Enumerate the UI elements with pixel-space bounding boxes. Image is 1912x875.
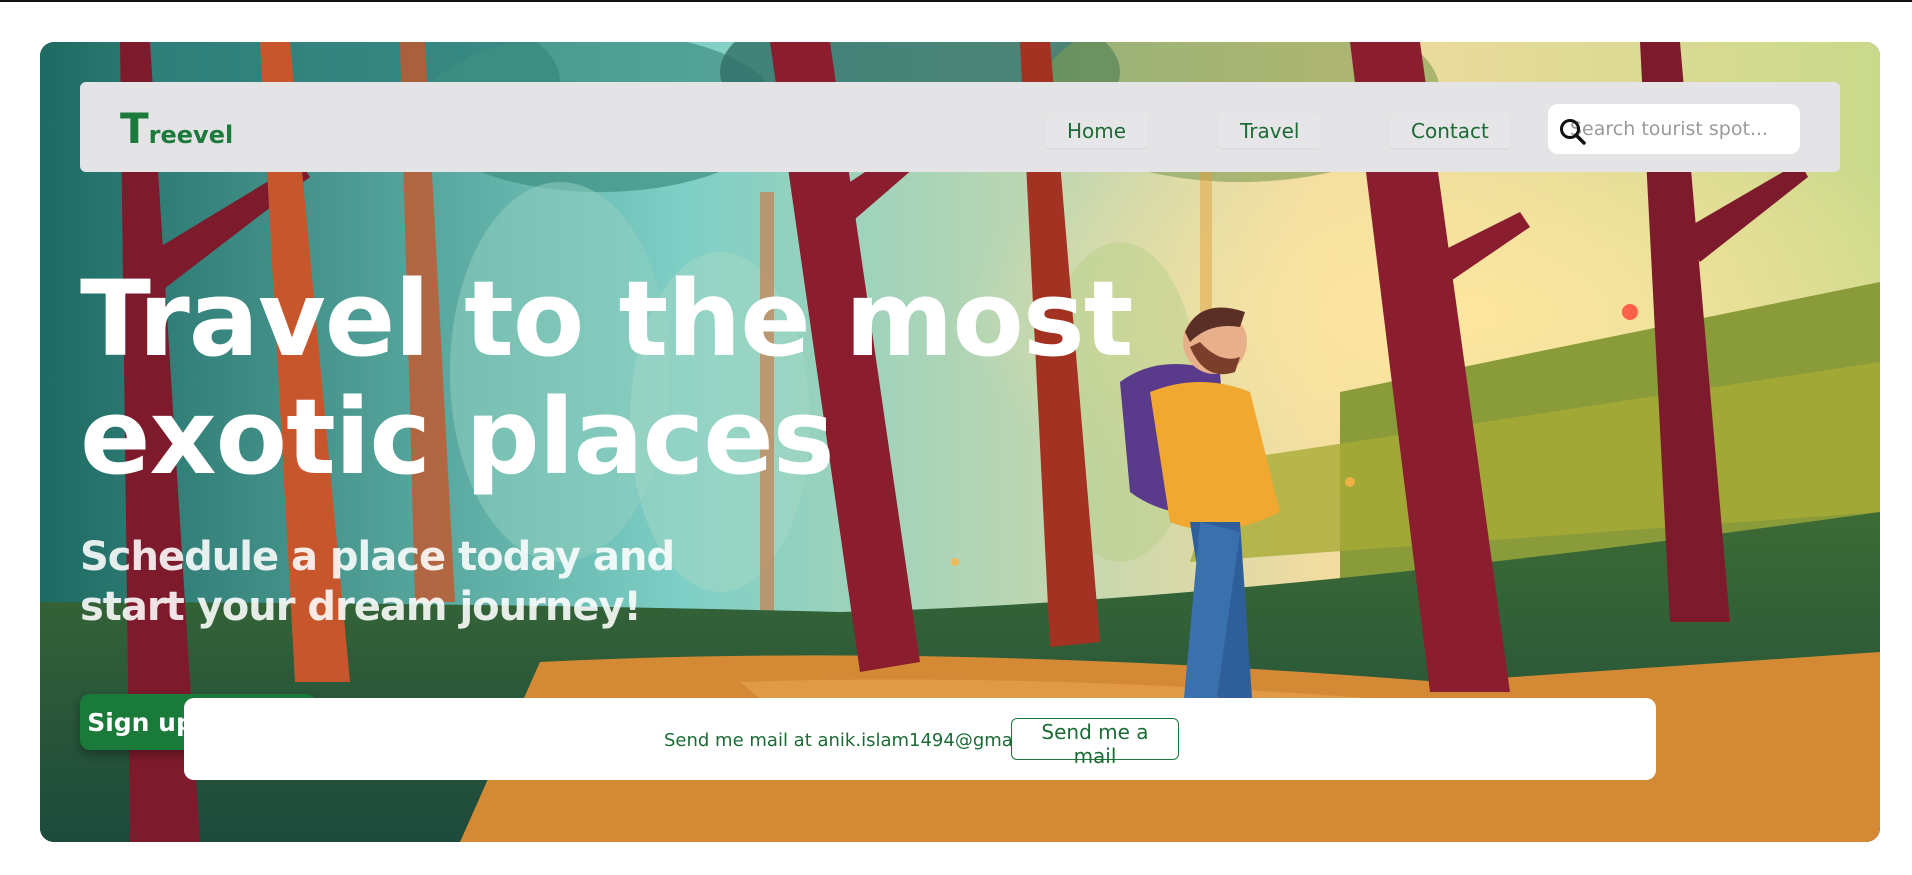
contact-bar: Send me mail at anik.islam1494@gmail.com… xyxy=(184,698,1656,780)
brand-initial: T xyxy=(120,104,149,153)
hero-subheadline: Schedule a place today and start your dr… xyxy=(80,534,675,630)
nav-travel[interactable]: Travel xyxy=(1218,114,1322,148)
brand-logo[interactable]: Treevel xyxy=(120,104,233,153)
nav-contact[interactable]: Contact xyxy=(1389,114,1511,148)
magnifier-icon[interactable] xyxy=(1558,117,1588,147)
window-top-border xyxy=(0,0,1912,2)
brand-rest: reevel xyxy=(148,121,234,149)
contact-email-text: Send me mail at anik.islam1494@gmail.com xyxy=(664,730,1067,751)
hero-headline: Travel to the most exotic places xyxy=(80,258,1133,498)
search-box xyxy=(1548,104,1800,154)
nav-home[interactable]: Home xyxy=(1045,114,1149,148)
top-navbar: Treevel Home Travel Contact xyxy=(80,82,1840,172)
send-mail-button[interactable]: Send me a mail xyxy=(1011,718,1179,768)
